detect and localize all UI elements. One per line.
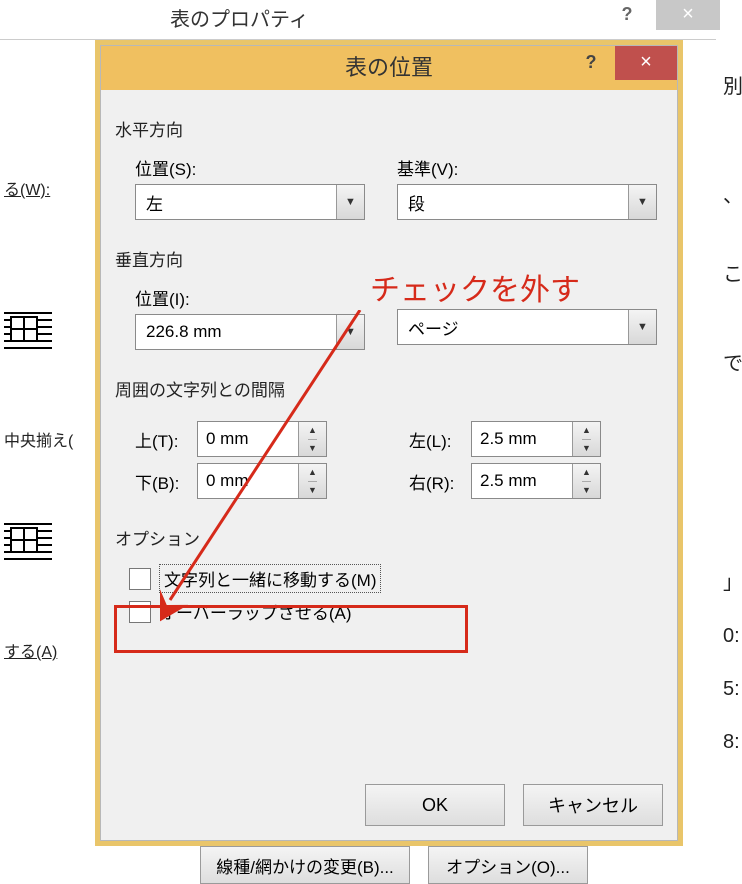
spacing-right-label: 右(R): — [409, 469, 471, 494]
h-basis-label: 基準(V): — [397, 155, 663, 180]
parent-help-button[interactable]: ? — [602, 0, 652, 32]
chevron-down-icon[interactable]: ▼ — [336, 315, 364, 349]
spacing-left-value: 2.5 mm — [472, 429, 572, 449]
dialog-close-button[interactable]: × — [615, 46, 677, 80]
spacing-bottom-label: 下(B): — [135, 469, 197, 494]
allow-overlap-label: オーバーラップさせる(A) — [159, 599, 352, 624]
spacing-right-value: 2.5 mm — [472, 471, 572, 491]
options-heading: オプション — [115, 525, 663, 550]
h-position-label: 位置(S): — [135, 155, 377, 180]
parent-left-fragments: る(W): 中央揃え( する(A) — [0, 170, 100, 728]
spacing-heading: 周囲の文字列との間隔 — [115, 376, 663, 401]
v-basis-combo[interactable]: ページ ▼ — [397, 309, 657, 345]
spacing-top-input[interactable]: 0 mm ▲▼ — [197, 421, 327, 457]
horizontal-heading: 水平方向 — [115, 116, 663, 141]
checkbox-icon[interactable] — [129, 601, 151, 623]
border-shading-label: 線種/網かけの変更(B)... — [216, 853, 394, 878]
spinner-icon[interactable]: ▲▼ — [298, 422, 326, 456]
parent-close-button[interactable]: × — [656, 0, 720, 30]
cancel-button[interactable]: キャンセル — [523, 784, 663, 826]
spinner-icon[interactable]: ▲▼ — [298, 464, 326, 498]
border-shading-button[interactable]: 線種/網かけの変更(B)... — [200, 846, 410, 884]
spinner-icon[interactable]: ▲▼ — [572, 422, 600, 456]
parent-table-icon-2 — [0, 517, 100, 572]
options-label: オプション(O)... — [446, 853, 570, 878]
checkbox-icon[interactable] — [129, 568, 151, 590]
spacing-right-input[interactable]: 2.5 mm ▲▼ — [471, 463, 601, 499]
options-button[interactable]: オプション(O)... — [428, 846, 588, 884]
background-right-text: 別 、 こ で ｣ 0: 5: 8: — [720, 40, 742, 878]
h-position-value: 左 — [136, 190, 336, 215]
spacing-top-label: 上(T): — [135, 427, 197, 452]
dialog-titlebar: 表の位置 ? × — [101, 46, 677, 90]
parent-fragment-w: る(W): — [0, 170, 100, 206]
spacing-bottom-value: 0 mm — [198, 471, 298, 491]
v-position-value: 226.8 mm — [136, 322, 336, 342]
spacing-left-label: 左(L): — [409, 427, 471, 452]
spacing-left-input[interactable]: 2.5 mm ▲▼ — [471, 421, 601, 457]
h-basis-value: 段 — [398, 190, 628, 215]
ok-button[interactable]: OK — [365, 784, 505, 826]
move-with-text-label: 文字列と一緒に移動する(M) — [159, 564, 381, 593]
v-position-label: 位置(I): — [135, 285, 377, 310]
parent-fragment-a: する(A) — [0, 632, 100, 668]
move-with-text-checkbox[interactable]: 文字列と一緒に移動する(M) — [129, 564, 663, 593]
spinner-icon[interactable]: ▲▼ — [572, 464, 600, 498]
v-basis-value: ページ — [398, 315, 628, 340]
spacing-bottom-input[interactable]: 0 mm ▲▼ — [197, 463, 327, 499]
table-position-dialog: 表の位置 ? × 水平方向 位置(S): 左 ▼ 基準(V): 段 ▼ 垂直方向 — [100, 45, 678, 841]
h-position-combo[interactable]: 左 ▼ — [135, 184, 365, 220]
chevron-down-icon[interactable]: ▼ — [336, 185, 364, 219]
allow-overlap-checkbox[interactable]: オーバーラップさせる(A) — [129, 599, 663, 624]
h-basis-combo[interactable]: 段 ▼ — [397, 184, 657, 220]
dialog-help-button[interactable]: ? — [567, 46, 615, 80]
cancel-label: キャンセル — [548, 792, 638, 818]
ok-label: OK — [422, 795, 448, 816]
parent-table-icon-1 — [0, 306, 100, 361]
parent-fragment-center: 中央揃え( — [0, 421, 100, 457]
chevron-down-icon[interactable]: ▼ — [628, 185, 656, 219]
dialog-body: 水平方向 位置(S): 左 ▼ 基準(V): 段 ▼ 垂直方向 位置(I): — [101, 90, 677, 840]
spacing-top-value: 0 mm — [198, 429, 298, 449]
v-position-combo[interactable]: 226.8 mm ▼ — [135, 314, 365, 350]
vertical-heading: 垂直方向 — [115, 246, 663, 271]
chevron-down-icon[interactable]: ▼ — [628, 310, 656, 344]
